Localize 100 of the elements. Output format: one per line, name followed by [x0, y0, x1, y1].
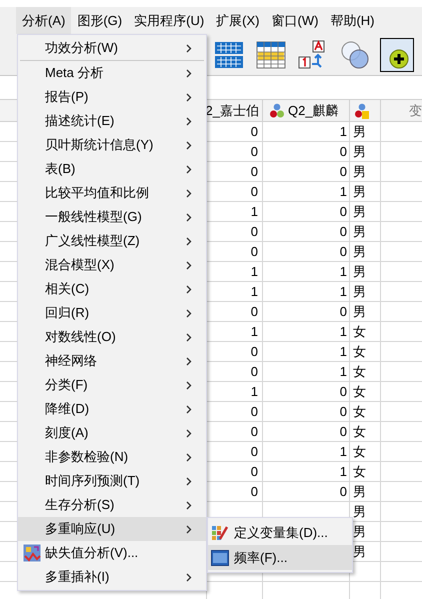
- table-cell-text: 女: [353, 422, 366, 441]
- table-cell-text: 男: [353, 482, 366, 501]
- numbers-icon: [211, 550, 229, 566]
- chevron-right-icon: [186, 212, 192, 222]
- menu-option[interactable]: 定义变量集(D)...: [208, 520, 352, 545]
- table-cell-text: 0: [250, 122, 258, 141]
- table-cell-text: 女: [353, 382, 366, 401]
- table-cell-text: 0: [340, 162, 347, 181]
- menu-option[interactable]: 广义线性模型(Z): [18, 229, 206, 253]
- table-cell-text: 0: [340, 422, 347, 441]
- menu-option[interactable]: 频率(F)...: [208, 545, 352, 570]
- menu-option[interactable]: 多重插补(I): [18, 565, 206, 589]
- menu-option[interactable]: 比较平均值和比例: [18, 181, 206, 205]
- menu-item[interactable]: 窗口(W): [266, 7, 324, 34]
- chevron-right-icon: [186, 572, 192, 582]
- table-cell-text: 女: [353, 362, 366, 381]
- menu-option[interactable]: 一般线性模型(G): [18, 205, 206, 229]
- add-icon[interactable]: [380, 38, 414, 72]
- chevron-right-icon: [186, 476, 192, 486]
- menu-option[interactable]: 对数线性(O): [18, 325, 206, 349]
- menu-item[interactable]: 帮助(H): [324, 7, 380, 34]
- chevron-right-icon: [186, 428, 192, 438]
- table-cell-text: 1: [340, 442, 347, 461]
- chevron-right-icon: [186, 332, 192, 342]
- table-cell-text: 男: [353, 522, 366, 541]
- menu-option[interactable]: 神经网络: [18, 349, 206, 373]
- chevron-right-icon: [186, 452, 192, 462]
- chevron-right-icon: [186, 524, 192, 534]
- chevron-right-icon: [186, 92, 192, 102]
- table-cell-text: 男: [353, 302, 366, 321]
- menu-item[interactable]: 分析(A): [16, 7, 72, 34]
- table-cell-text: 1: [250, 282, 258, 301]
- table-cell-text: 0: [250, 142, 258, 161]
- chevron-right-icon: [186, 284, 192, 294]
- menu-option[interactable]: 降维(D): [18, 397, 206, 421]
- menu-option[interactable]: 报告(P): [18, 85, 206, 109]
- chevron-right-icon: [186, 260, 192, 270]
- menu-option[interactable]: 刻度(A): [18, 421, 206, 445]
- menu-option[interactable]: 非参数检验(N): [18, 445, 206, 469]
- chevron-right-icon: [186, 188, 192, 198]
- table-cell-text: 女: [353, 442, 366, 461]
- table-cell-text: 1: [340, 342, 347, 361]
- column-header[interactable]: Q2_麒麟: [288, 100, 339, 120]
- table-cell-text: 0: [250, 462, 258, 481]
- table-cell-text: 1: [340, 362, 347, 381]
- menu-option[interactable]: 回归(R): [18, 301, 206, 325]
- table-cell-text: 女: [353, 342, 366, 361]
- table-cell-text: 0: [250, 162, 258, 181]
- menu-option[interactable]: 分类(F): [18, 373, 206, 397]
- menu-option[interactable]: Meta 分析: [18, 61, 206, 85]
- menu-option[interactable]: 生存分析(S): [18, 493, 206, 517]
- menu-item[interactable]: 实用程序(U): [128, 7, 210, 34]
- chevron-right-icon: [186, 380, 192, 390]
- column-header[interactable]: 变: [409, 100, 422, 120]
- table-cell-text: 1: [340, 322, 347, 341]
- menu-item[interactable]: 扩展(X): [210, 7, 266, 34]
- menu-option[interactable]: 描述统计(E): [18, 109, 206, 133]
- menu-option[interactable]: 时间序列预测(T): [18, 469, 206, 493]
- table-cell-text: 0: [340, 142, 347, 161]
- menu-item[interactable]: 图形(G): [71, 7, 128, 34]
- table-cell-text: 0: [250, 182, 258, 201]
- menu-option[interactable]: 表(B): [18, 157, 206, 181]
- table-cell-text: 男: [353, 502, 366, 521]
- variable-icon: [269, 102, 285, 118]
- table-cell-text: 男: [353, 122, 366, 141]
- table-cell-text: 0: [340, 382, 347, 401]
- menu-option[interactable]: 多重响应(U): [18, 517, 206, 541]
- table-cell-text: 0: [340, 402, 347, 421]
- table-cell-text: 0: [250, 242, 258, 261]
- table-cell-text: 0: [250, 362, 258, 381]
- table-cell-text: 0: [250, 342, 258, 361]
- menu-option[interactable]: 功效分析(W): [18, 36, 206, 60]
- chevron-right-icon: [186, 500, 192, 510]
- chevron-right-icon: [186, 236, 192, 246]
- table-cell-text: 男: [353, 142, 366, 161]
- menu-option[interactable]: 贝叶斯统计信息(Y): [18, 133, 206, 157]
- table-cell-text: 男: [353, 242, 366, 261]
- menu-option[interactable]: 缺失值分析(V)...: [18, 541, 206, 565]
- chevron-right-icon: [186, 116, 192, 126]
- table-cell-text: 男: [353, 182, 366, 201]
- menu-option[interactable]: 相关(C): [18, 277, 206, 301]
- table-cell-text: 1: [340, 262, 347, 281]
- table-cell-text: 男: [353, 202, 366, 221]
- table-cell-text: 男: [353, 162, 366, 181]
- menu-option[interactable]: 混合模型(X): [18, 253, 206, 277]
- table-cell-text: 0: [250, 422, 258, 441]
- table-cell-text: 女: [353, 462, 366, 481]
- table-cell-text: 女: [353, 402, 366, 421]
- table-cell-text: 0: [340, 482, 347, 501]
- table-cell-text: 1: [250, 202, 258, 221]
- variable-icon: [354, 102, 370, 118]
- table-cell-text: 女: [353, 322, 366, 341]
- table-cell-text: 0: [340, 222, 347, 241]
- table-cell-text: 0: [250, 482, 258, 501]
- table-cell-text: 1: [250, 382, 258, 401]
- table-cell-text: 男: [353, 282, 366, 301]
- table-cell-text: 1: [250, 322, 258, 341]
- chevron-right-icon: [186, 164, 192, 174]
- table-cell-text: 1: [340, 282, 347, 301]
- table-cell-text: 1: [340, 462, 347, 481]
